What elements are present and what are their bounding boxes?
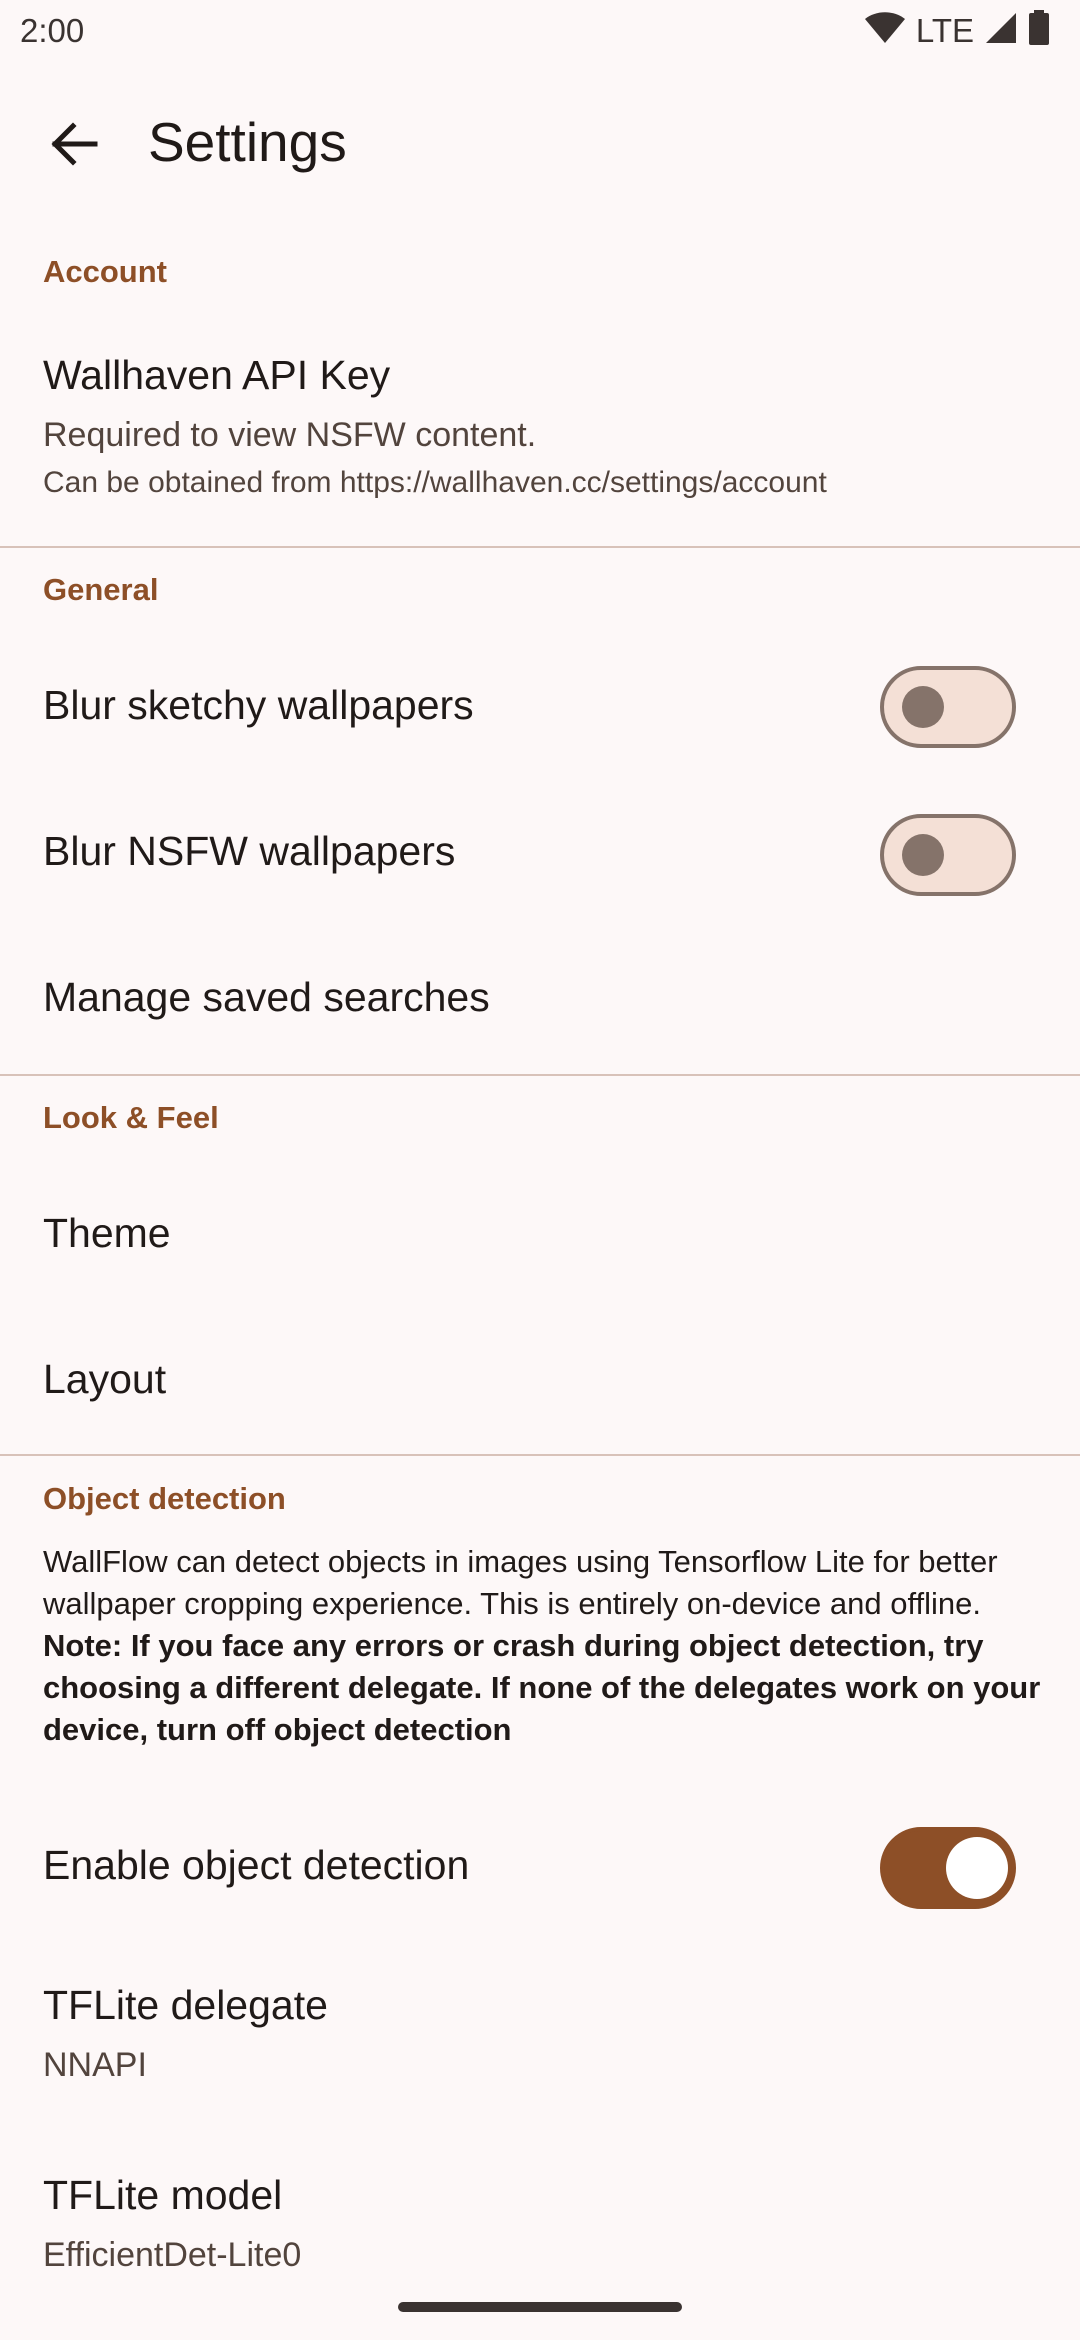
blur-sketchy-switch[interactable] (880, 666, 1016, 748)
manage-saved-searches-preference[interactable]: Manage saved searches (0, 926, 1080, 1074)
battery-icon (1028, 10, 1050, 51)
wifi-icon (864, 11, 906, 50)
manage-saved-searches-title: Manage saved searches (43, 974, 490, 1020)
blur-sketchy-preference[interactable]: Blur sketchy wallpapers (0, 632, 1080, 780)
switch-thumb (902, 686, 944, 728)
gesture-nav-handle[interactable] (398, 2302, 682, 2312)
layout-title: Layout (43, 1356, 167, 1402)
enable-object-detection-preference[interactable]: Enable object detection (0, 1800, 1080, 1936)
theme-preference[interactable]: Theme (0, 1160, 1080, 1308)
api-key-summary: Required to view NSFW content. (43, 416, 537, 454)
network-type-label: LTE (915, 11, 974, 49)
api-key-title: Wallhaven API Key (43, 352, 391, 398)
divider (0, 546, 1080, 548)
enable-object-detection-switch[interactable] (880, 1827, 1016, 1909)
object-detection-note: Note: If you face any errors or crash du… (43, 1628, 1041, 1747)
enable-object-detection-title: Enable object detection (43, 1842, 470, 1888)
blur-nsfw-preference[interactable]: Blur NSFW wallpapers (0, 780, 1080, 926)
switch-thumb (946, 1837, 1008, 1899)
divider (0, 1454, 1080, 1456)
api-key-preference[interactable]: Wallhaven API Key Required to view NSFW … (0, 330, 1080, 546)
switch-thumb (902, 834, 944, 876)
object-detection-description: WallFlow can detect objects in images us… (43, 1541, 1043, 1751)
section-header-general: General (43, 572, 159, 607)
status-bar: 2:00 LTE (0, 0, 1080, 64)
status-icons: LTE (864, 10, 1050, 51)
arrow-back-icon (49, 121, 99, 171)
tflite-delegate-title: TFLite delegate (43, 1982, 328, 2028)
top-app-bar: Settings (0, 90, 1080, 200)
blur-sketchy-title: Blur sketchy wallpapers (43, 682, 474, 728)
blur-nsfw-switch[interactable] (880, 814, 1016, 896)
back-button[interactable] (34, 112, 114, 180)
theme-title: Theme (43, 1210, 171, 1256)
tflite-model-preference[interactable]: TFLite model EfficientDet-Lite0 (0, 2150, 1080, 2290)
signal-icon (984, 11, 1018, 50)
layout-preference[interactable]: Layout (0, 1308, 1080, 1454)
tflite-delegate-value: NNAPI (43, 2046, 147, 2084)
divider (0, 1074, 1080, 1076)
section-header-look-feel: Look & Feel (43, 1100, 219, 1135)
tflite-model-value: EfficientDet-Lite0 (43, 2236, 302, 2274)
tflite-delegate-preference[interactable]: TFLite delegate NNAPI (0, 1960, 1080, 2130)
object-detection-description-text: WallFlow can detect objects in images us… (43, 1544, 998, 1621)
tflite-model-title: TFLite model (43, 2172, 283, 2218)
section-header-account: Account (43, 254, 167, 289)
section-header-object-detection: Object detection (43, 1481, 286, 1516)
page-title: Settings (148, 111, 347, 173)
status-time: 2:00 (20, 12, 85, 49)
api-key-hint: Can be obtained from https://wallhaven.c… (43, 466, 827, 499)
blur-nsfw-title: Blur NSFW wallpapers (43, 828, 456, 874)
